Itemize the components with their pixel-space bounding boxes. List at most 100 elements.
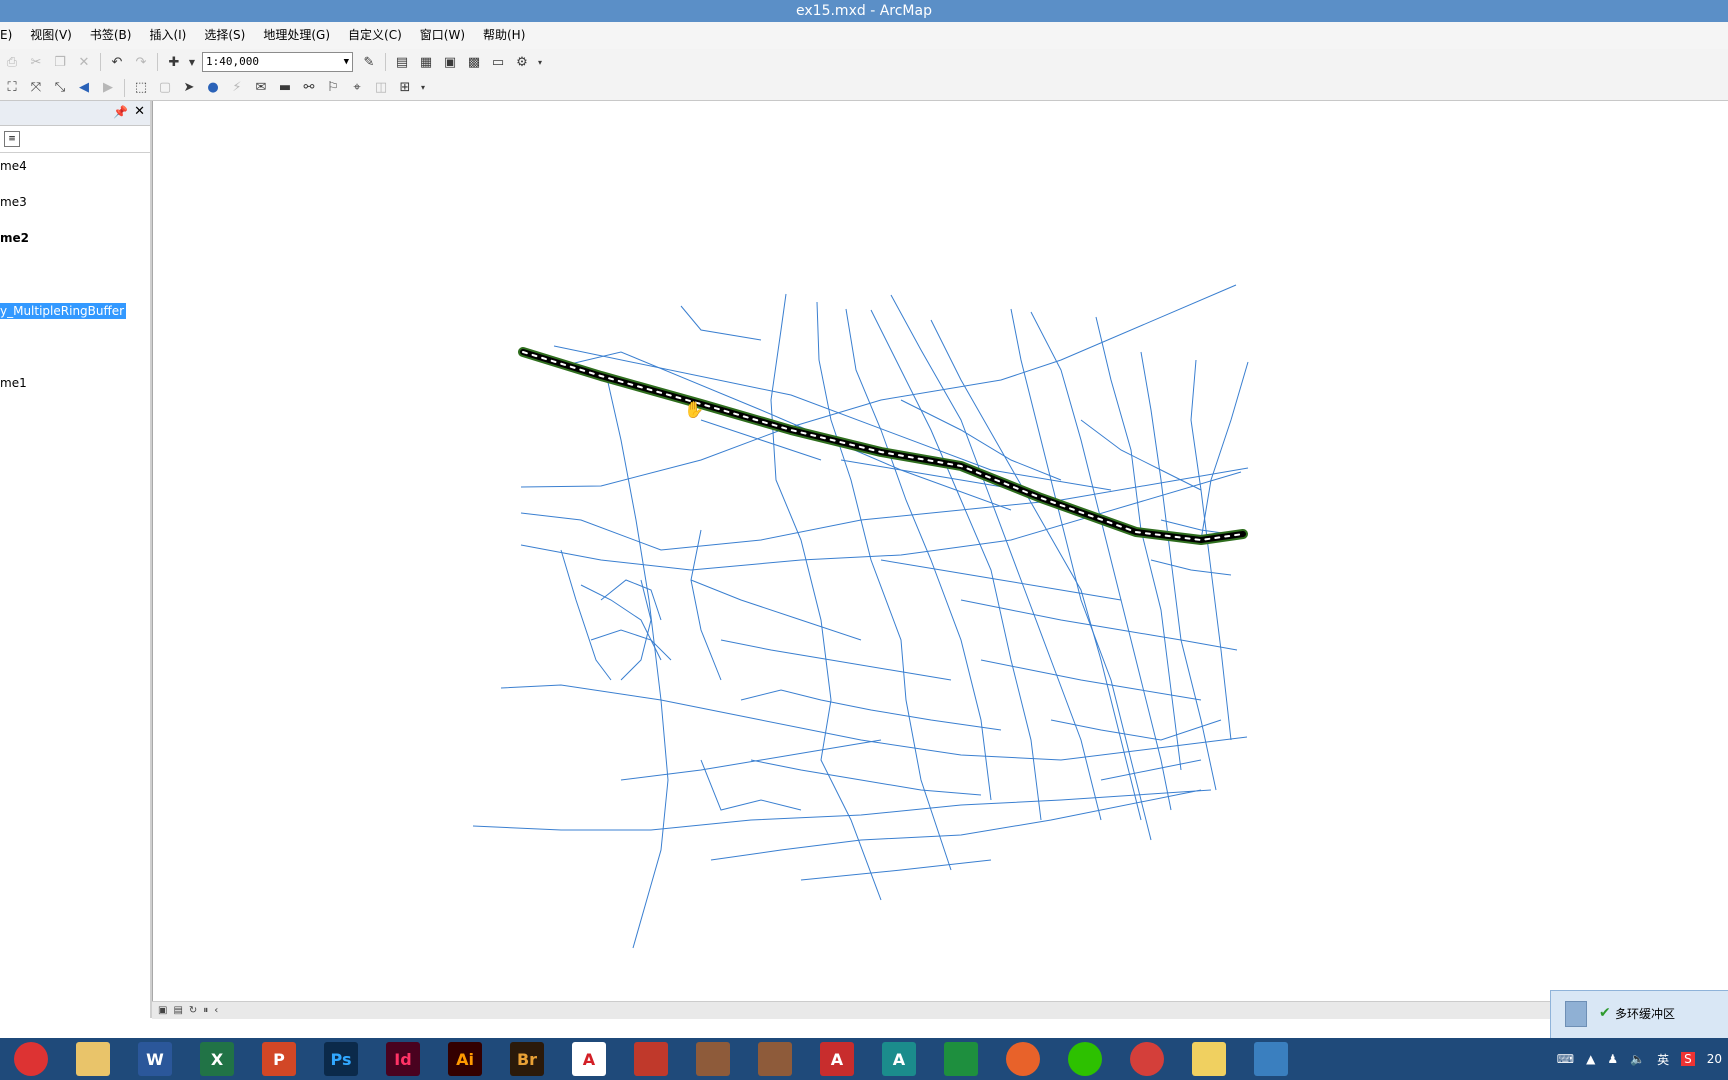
html-popup-icon[interactable]: ✉ bbox=[250, 77, 272, 99]
folder-icon[interactable] bbox=[1192, 1042, 1226, 1076]
bridge-icon[interactable]: Br bbox=[510, 1042, 544, 1076]
zoom-full-extent-icon[interactable]: ⛶ bbox=[1, 77, 23, 99]
file-explorer-icon[interactable] bbox=[76, 1042, 110, 1076]
add-data-icon[interactable]: ✚ bbox=[163, 51, 185, 73]
forward-extent-icon[interactable]: ▶ bbox=[97, 77, 119, 99]
layout-view-icon[interactable]: ▤ bbox=[173, 1005, 182, 1016]
excel-icon[interactable]: X bbox=[200, 1042, 234, 1076]
pin-icon[interactable]: 📌 bbox=[113, 105, 128, 119]
model-builder-icon[interactable]: ⚙ bbox=[511, 51, 533, 73]
layer-item[interactable]: me2 bbox=[0, 231, 29, 245]
create-viewer-icon[interactable]: ⊞ bbox=[394, 77, 416, 99]
select-features-icon[interactable]: ⬚ bbox=[130, 77, 152, 99]
sketchup-icon[interactable] bbox=[634, 1042, 668, 1076]
find-icon[interactable]: ⚯ bbox=[298, 77, 320, 99]
tray-overflow-icon[interactable]: ▲ bbox=[1586, 1052, 1595, 1066]
close-icon[interactable]: ✕ bbox=[134, 104, 145, 119]
indesign-icon[interactable]: Id bbox=[386, 1042, 420, 1076]
redo-icon[interactable]: ↷ bbox=[130, 51, 152, 73]
menu-customize[interactable]: 自定义(C) bbox=[339, 22, 411, 49]
toolbar-separator bbox=[124, 78, 125, 97]
back-extent-icon[interactable]: ◀ bbox=[73, 77, 95, 99]
menu-bookmarks[interactable]: 书签(B) bbox=[81, 22, 141, 49]
chrome-icon[interactable] bbox=[14, 1042, 48, 1076]
scroll-left-icon[interactable]: ‹ bbox=[214, 1005, 218, 1016]
map-scale-combo[interactable]: 1:40,000 ▼ bbox=[202, 52, 353, 72]
volume-icon[interactable]: 🔈 bbox=[1630, 1052, 1645, 1066]
print-icon[interactable]: ⎙ bbox=[1, 51, 23, 73]
ime-indicator[interactable]: 英 bbox=[1657, 1051, 1669, 1068]
keyboard-icon[interactable]: ⌨ bbox=[1557, 1052, 1574, 1066]
wechat-icon[interactable] bbox=[1068, 1042, 1102, 1076]
search-window-icon[interactable]: ▣ bbox=[439, 51, 461, 73]
chevron-down-icon[interactable]: ▼ bbox=[187, 51, 197, 73]
map-view[interactable]: ✋ bbox=[152, 101, 1728, 1001]
word-icon[interactable]: W bbox=[138, 1042, 172, 1076]
svg-text:✋: ✋ bbox=[684, 400, 704, 419]
select-elements-icon[interactable]: ➤ bbox=[178, 77, 200, 99]
chevron-down-icon[interactable]: ▼ bbox=[344, 53, 349, 71]
toc-header: 📌 ✕ bbox=[0, 101, 150, 126]
sogou-icon[interactable]: S bbox=[1681, 1052, 1695, 1066]
delete-icon[interactable]: ✕ bbox=[73, 51, 95, 73]
identify-icon[interactable]: ● bbox=[202, 77, 224, 99]
toolbar-separator bbox=[385, 53, 386, 71]
table-of-contents-icon[interactable]: ▤ bbox=[391, 51, 413, 73]
music-icon[interactable] bbox=[1006, 1042, 1040, 1076]
pan-hand-icon: ✋ bbox=[684, 400, 704, 419]
road-network-map[interactable]: ✋ bbox=[153, 101, 1728, 1001]
fixed-zoom-out-icon[interactable]: ⤡ bbox=[49, 77, 71, 99]
layer-item[interactable]: me1 bbox=[0, 376, 27, 390]
menu-edit[interactable]: E) bbox=[0, 22, 21, 49]
clock[interactable]: 20 bbox=[1707, 1052, 1722, 1066]
powerpoint-icon[interactable]: P bbox=[262, 1042, 296, 1076]
road-lines bbox=[472, 284, 1249, 949]
geoprocessing-notification[interactable]: ✔ 多环缓冲区 bbox=[1550, 990, 1728, 1039]
arctoolbox-icon[interactable]: ▩ bbox=[463, 51, 485, 73]
menu-help[interactable]: 帮助(H) bbox=[474, 22, 534, 49]
layer-item[interactable]: me4 bbox=[0, 159, 27, 173]
multi-ring-buffer[interactable] bbox=[518, 347, 1248, 545]
fixed-zoom-in-icon[interactable]: ⤧ bbox=[25, 77, 47, 99]
hyperlink-icon[interactable]: ⚡ bbox=[226, 77, 248, 99]
copy-icon[interactable]: ❐ bbox=[49, 51, 71, 73]
refresh-icon[interactable]: ↻ bbox=[189, 1005, 197, 1016]
menu-windows[interactable]: 窗口(W) bbox=[411, 22, 474, 49]
illustrator-icon[interactable]: Ai bbox=[448, 1042, 482, 1076]
photoshop-icon[interactable]: Ps bbox=[324, 1042, 358, 1076]
user-icon[interactable]: ♟ bbox=[1607, 1052, 1618, 1066]
autocad-icon[interactable]: A bbox=[820, 1042, 854, 1076]
arcmap-pen-icon[interactable] bbox=[696, 1042, 730, 1076]
undo-icon[interactable]: ↶ bbox=[106, 51, 128, 73]
go-to-xy-icon[interactable]: ⌖ bbox=[346, 77, 368, 99]
time-slider-icon[interactable]: ◫ bbox=[370, 77, 392, 99]
pause-drawing-icon[interactable]: ⏸ bbox=[203, 1005, 208, 1016]
editor-toolbar-icon[interactable]: ✎ bbox=[358, 51, 380, 73]
toolbar-options-icon[interactable]: ▾ bbox=[535, 51, 545, 73]
store-icon[interactable] bbox=[944, 1042, 978, 1076]
layer-item-selected[interactable]: y_MultipleRingBuffer bbox=[0, 303, 127, 319]
title-bar: ex15.mxd - ArcMap bbox=[0, 0, 1728, 22]
cut-icon[interactable]: ✂ bbox=[25, 51, 47, 73]
notification-text: 多环缓冲区 bbox=[1615, 1007, 1676, 1021]
game-icon[interactable] bbox=[1130, 1042, 1164, 1076]
layer-item[interactable]: me3 bbox=[0, 195, 27, 209]
menu-selection[interactable]: 选择(S) bbox=[195, 22, 254, 49]
menu-geoprocessing[interactable]: 地理处理(G) bbox=[254, 22, 339, 49]
catalog-icon[interactable]: ▦ bbox=[415, 51, 437, 73]
arcmap-icon[interactable] bbox=[1254, 1042, 1288, 1076]
python-window-icon[interactable]: ▭ bbox=[487, 51, 509, 73]
find-route-icon[interactable]: ⚐ bbox=[322, 77, 344, 99]
arcmap-pen-icon-2[interactable] bbox=[758, 1042, 792, 1076]
window-title: ex15.mxd - ArcMap bbox=[796, 3, 932, 19]
toolbar-options-icon[interactable]: ▾ bbox=[418, 77, 428, 99]
menu-bar: E) 视图(V) 书签(B) 插入(I) 选择(S) 地理处理(G) 自定义(C… bbox=[0, 22, 1728, 49]
data-view-icon[interactable]: ▣ bbox=[158, 1005, 167, 1016]
menu-view[interactable]: 视图(V) bbox=[21, 22, 81, 49]
measure-icon[interactable]: ▬ bbox=[274, 77, 296, 99]
clear-selection-icon[interactable]: ▢ bbox=[154, 77, 176, 99]
acrobat-icon[interactable]: A bbox=[572, 1042, 606, 1076]
list-by-drawing-order-icon[interactable]: ≡ bbox=[4, 131, 20, 147]
menu-insert[interactable]: 插入(I) bbox=[140, 22, 195, 49]
arcgis-app-icon[interactable]: A bbox=[882, 1042, 916, 1076]
